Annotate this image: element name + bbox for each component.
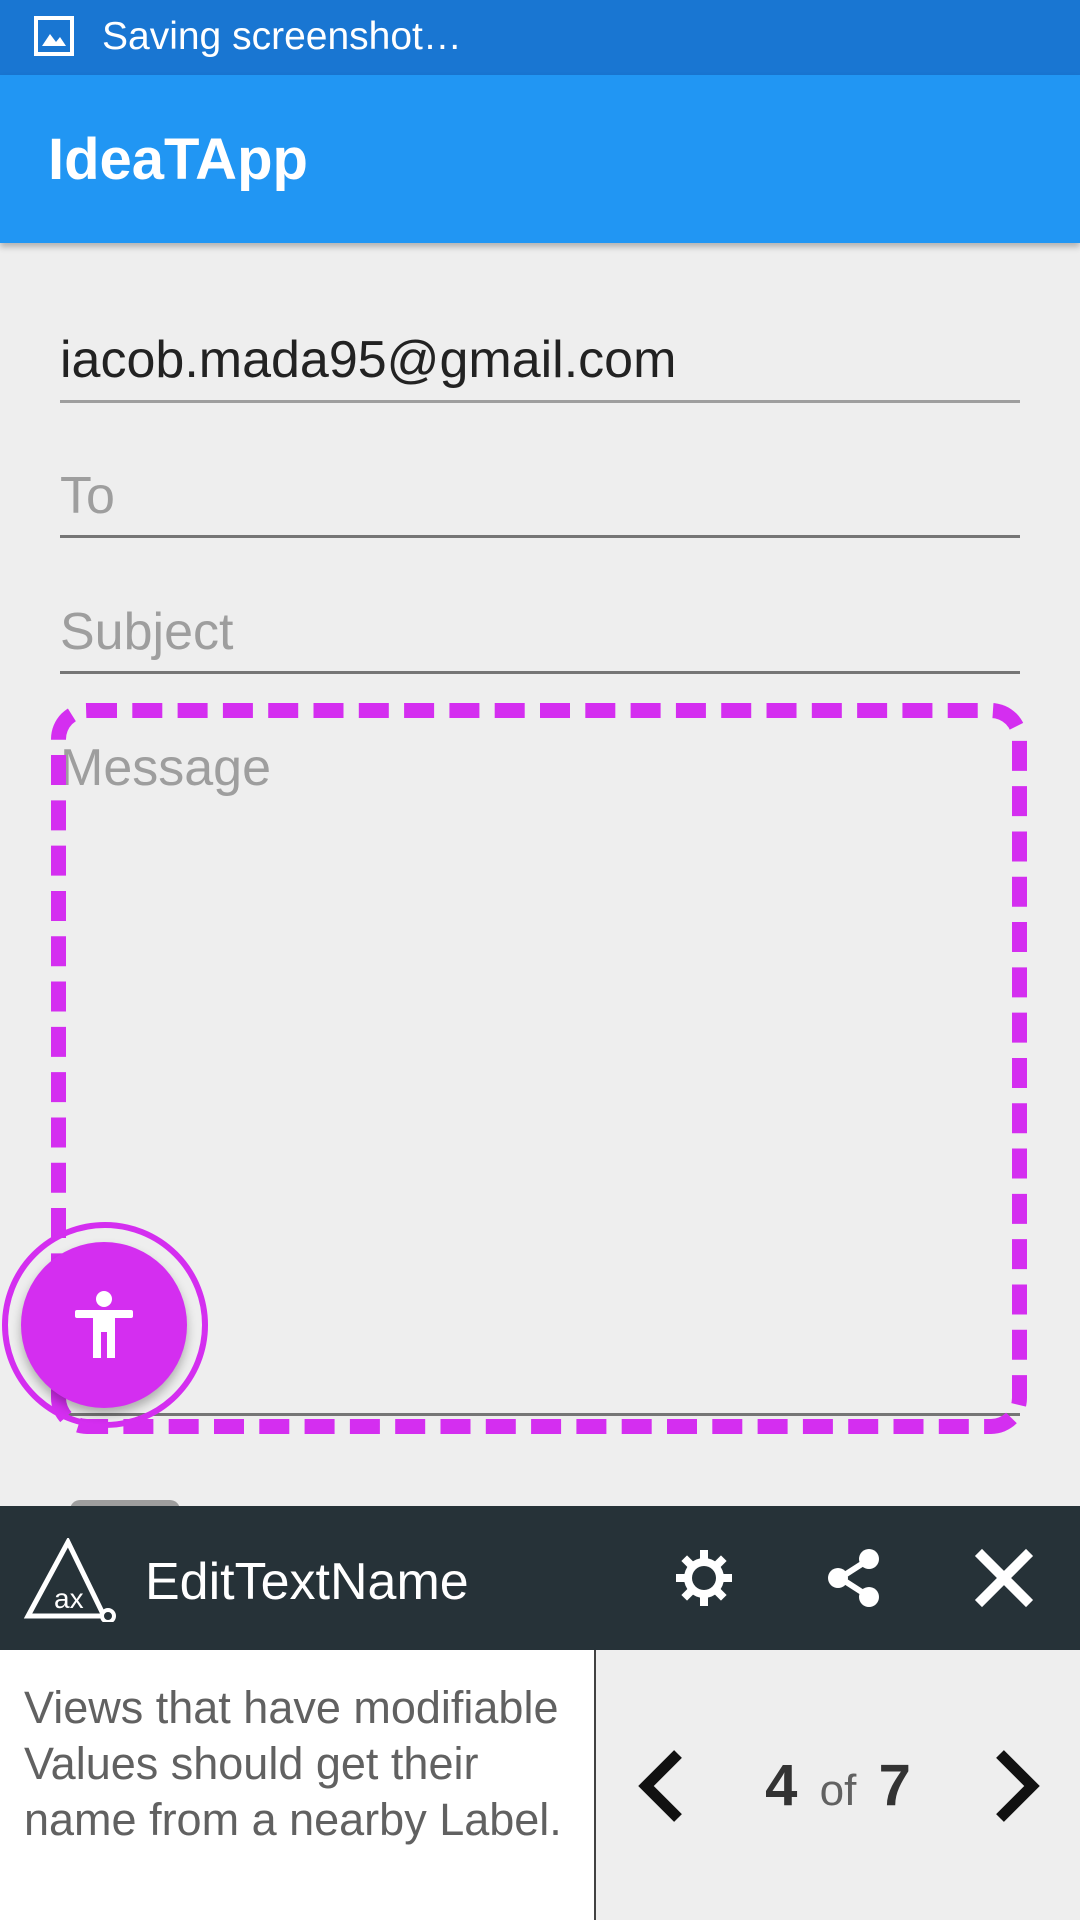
to-field-underline [60,535,1020,538]
to-field[interactable]: To [60,466,1020,526]
to-field-placeholder: To [60,467,115,525]
accessibility-icon [75,1291,133,1358]
app-title: IdeaTApp [48,127,308,192]
share-icon[interactable] [822,1546,886,1610]
subject-field-underline [60,671,1020,674]
ax-logo: ax [23,1538,116,1622]
subject-field-placeholder: Subject [60,603,234,661]
scanner-panel: Views that have modifiable Values should… [0,1650,1080,1920]
from-field-value: iacob.mada95@gmail.com [60,331,677,389]
status-text: Saving screenshot… [102,15,462,58]
issue-total: 7 [878,1753,911,1818]
issue-description: Views that have modifiable Values should… [24,1682,562,1845]
issue-of-label: of [819,1766,857,1815]
issue-navigator: 4 of 7 [596,1650,1080,1920]
app-bar: IdeaTApp [0,75,1080,243]
status-bar: Saving screenshot… [0,0,1080,75]
accessibility-scanner-button[interactable] [21,1242,187,1408]
gear-icon[interactable] [672,1546,736,1610]
image-icon [34,16,74,56]
scanner-title: EditTextName [145,1553,469,1611]
close-icon[interactable] [972,1546,1036,1610]
chevron-right-icon[interactable] [986,1746,1046,1826]
svg-text:ax: ax [54,1583,84,1614]
scanner-toolbar: ax EditTextName [0,1506,1080,1650]
from-field[interactable]: iacob.mada95@gmail.com [60,330,1020,390]
subject-field[interactable]: Subject [60,602,1020,662]
issue-current: 4 [765,1753,798,1818]
from-field-underline [60,400,1020,403]
